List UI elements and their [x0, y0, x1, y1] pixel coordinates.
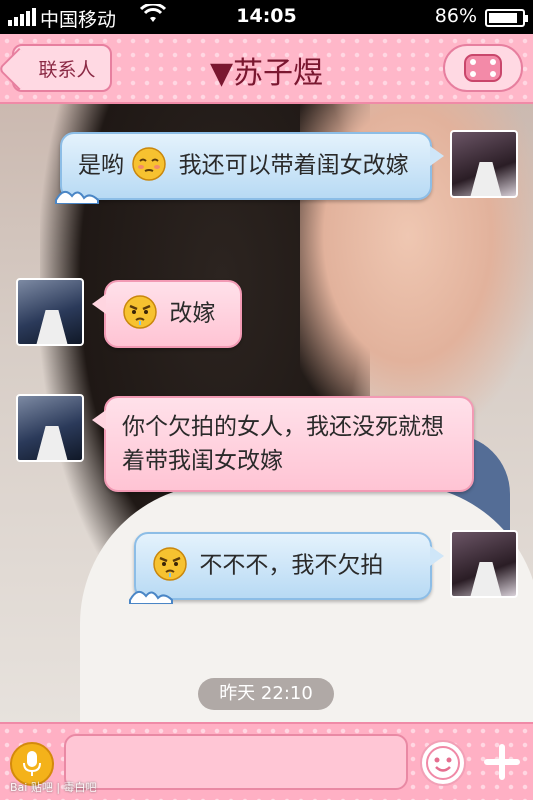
message-text: 我还可以带着闺女改嫁: [178, 152, 409, 179]
contact-avatar[interactable]: [16, 394, 84, 462]
battery-icon: [485, 9, 528, 27]
angry-face-icon: [153, 547, 187, 581]
watermark: Bai 贴吧 | 毒白吧: [10, 781, 97, 794]
timestamp: 昨天 22:10: [198, 678, 334, 710]
shy-face-icon: [132, 147, 167, 181]
input-bar: Bai 贴吧 | 毒白吧: [0, 722, 533, 800]
angry-face-icon: [123, 295, 157, 329]
message-bubble[interactable]: 你个欠拍的女人，我还没死就想着带我闺女改嫁: [92, 396, 474, 492]
message-text: 改嫁: [169, 300, 216, 327]
message-text: 不不不，我不欠拍: [199, 552, 384, 579]
emoji-button[interactable]: [420, 740, 466, 786]
battery-percent: 86%: [434, 5, 477, 27]
wave-decoration-icon: [55, 190, 99, 204]
smiley-icon: [426, 746, 460, 780]
my-avatar[interactable]: [450, 530, 518, 598]
menu-icon: [464, 54, 502, 82]
message-bubble[interactable]: 不不不，我不欠拍: [129, 532, 444, 604]
add-attachment-button[interactable]: [478, 738, 526, 786]
message-text: 是哟: [78, 152, 124, 179]
contact-avatar[interactable]: [16, 278, 84, 346]
message-text: 你个欠拍的女人，我还没死就想着带我闺女改嫁: [122, 414, 444, 474]
plus-icon: [484, 744, 520, 780]
message-bubble[interactable]: 改嫁: [92, 280, 242, 348]
status-bar: 中国移动 14:05 86%: [0, 0, 533, 34]
message-input[interactable]: [64, 734, 408, 790]
chat-header: 联系人 ▼苏子煜: [0, 34, 533, 104]
microphone-icon: [23, 751, 41, 776]
menu-button[interactable]: [443, 44, 523, 92]
wave-decoration-icon: [129, 590, 173, 604]
my-avatar[interactable]: [450, 130, 518, 198]
message-bubble[interactable]: 是哟 我还可以带着闺女改嫁: [55, 132, 444, 204]
